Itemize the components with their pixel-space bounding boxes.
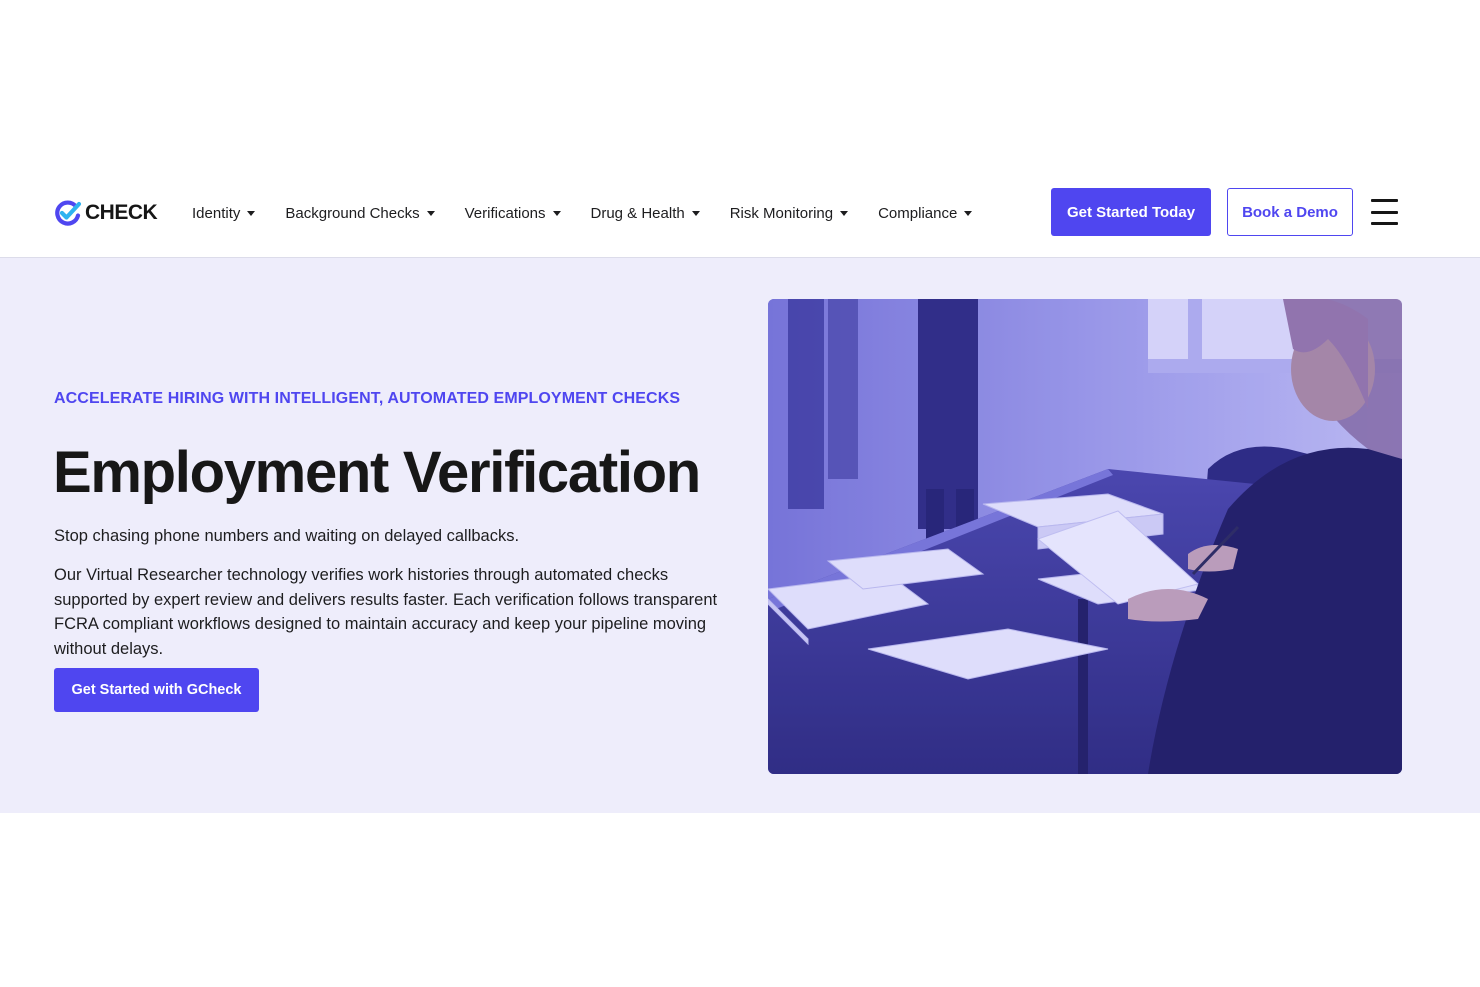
hamburger-menu-icon[interactable]: [1371, 199, 1399, 225]
get-started-today-button[interactable]: Get Started Today: [1051, 188, 1211, 236]
book-a-demo-button[interactable]: Book a Demo: [1227, 188, 1353, 236]
nav-item-identity[interactable]: Identity: [192, 204, 256, 222]
hamburger-bar: [1371, 199, 1398, 202]
nav-item-background-checks[interactable]: Background Checks: [285, 204, 435, 222]
hero-section: ACCELERATE HIRING WITH INTELLIGENT, AUTO…: [0, 258, 1480, 813]
hero-image: [768, 299, 1402, 774]
page: CHECK Identity Background Checks Verific…: [0, 0, 1480, 987]
caret-down-icon: [964, 211, 973, 216]
nav-item-label: Compliance: [878, 204, 958, 222]
main-nav: Identity Background Checks Verifications…: [192, 200, 1002, 226]
logo-wordmark: CHECK: [85, 201, 158, 224]
hamburger-bar: [1371, 222, 1398, 225]
hero-body-text: Our Virtual Researcher technology verifi…: [54, 566, 718, 659]
hamburger-bar: [1371, 210, 1398, 214]
hero-eyebrow: ACCELERATE HIRING WITH INTELLIGENT, AUTO…: [54, 390, 681, 407]
nav-item-compliance[interactable]: Compliance: [878, 204, 973, 222]
page-title: Employment Verification: [53, 440, 701, 505]
site-header: CHECK Identity Background Checks Verific…: [0, 164, 1480, 258]
nav-item-label: Verifications: [464, 204, 546, 222]
caret-down-icon: [691, 211, 700, 216]
caret-down-icon: [552, 211, 561, 216]
nav-item-label: Drug & Health: [590, 204, 685, 222]
nav-item-risk-monitoring[interactable]: Risk Monitoring: [729, 204, 849, 222]
caret-down-icon: [426, 211, 435, 216]
caret-down-icon: [840, 211, 849, 216]
nav-item-label: Risk Monitoring: [729, 204, 834, 222]
caret-down-icon: [247, 211, 256, 216]
hero-lead-text: Stop chasing phone numbers and waiting o…: [54, 527, 520, 545]
office-paperwork-illustration: [768, 299, 1402, 774]
gcheck-logo[interactable]: CHECK: [54, 200, 158, 226]
gcheck-logo-icon: [55, 200, 82, 226]
nav-item-drug-health[interactable]: Drug & Health: [591, 205, 700, 222]
nav-item-verifications[interactable]: Verifications: [465, 205, 561, 222]
nav-item-label: Background Checks: [285, 204, 420, 222]
nav-item-label: Identity: [192, 204, 241, 222]
get-started-with-gcheck-button[interactable]: Get Started with GCheck: [54, 668, 259, 712]
